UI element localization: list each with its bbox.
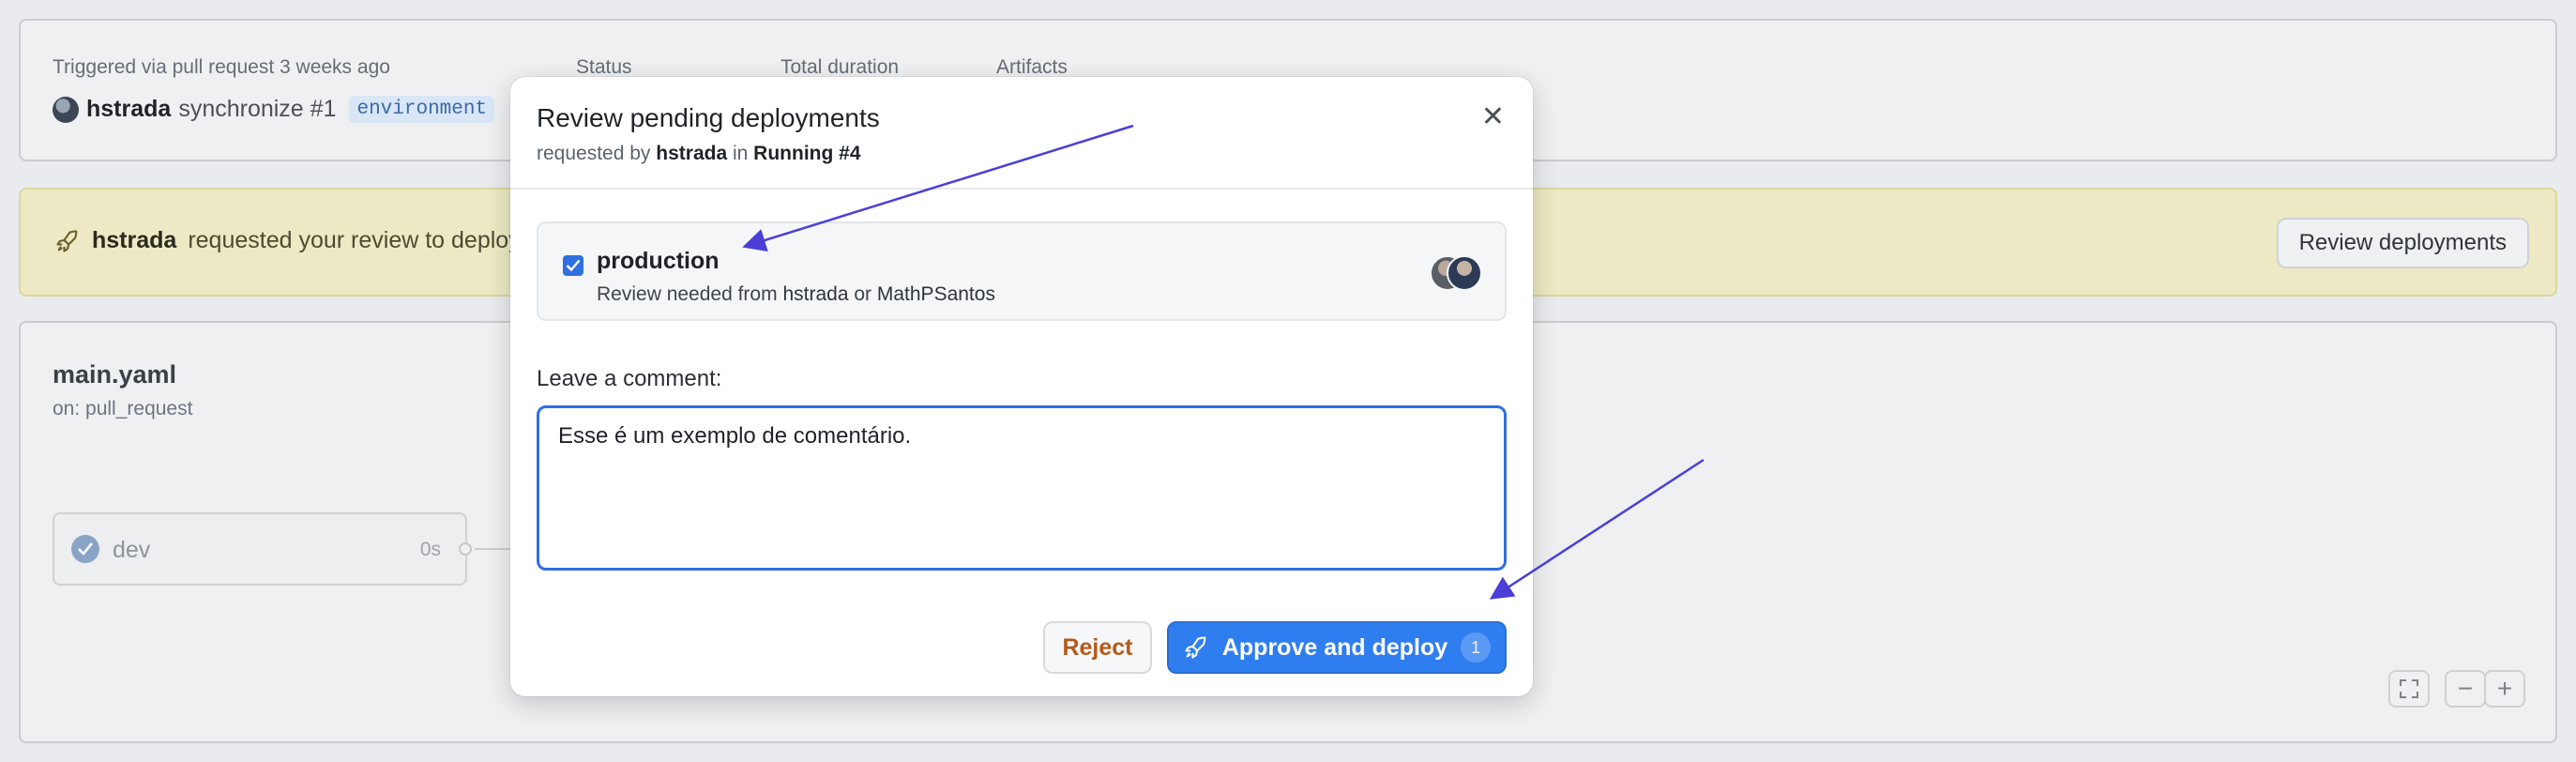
annotation-arrow: [1489, 458, 1705, 600]
annotation-arrows: [742, 124, 1705, 600]
annotation-arrow: [742, 124, 1134, 252]
page-background: Triggered via pull request 3 weeks ago S…: [0, 0, 2576, 762]
